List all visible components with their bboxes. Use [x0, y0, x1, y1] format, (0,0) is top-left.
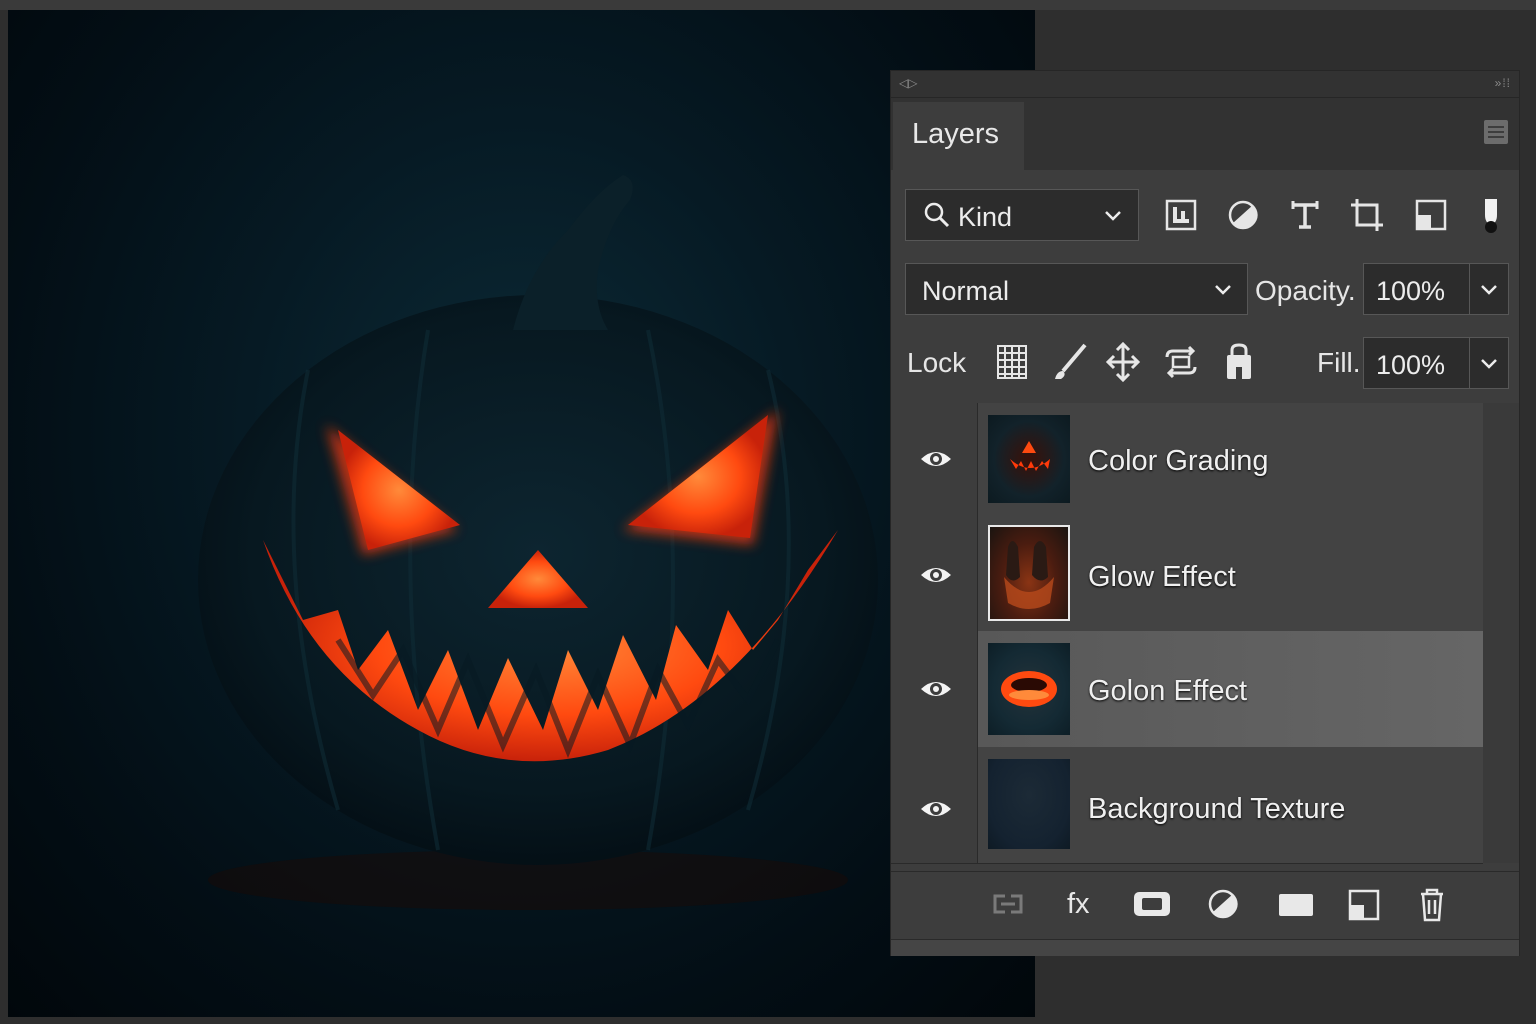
smart-object-filter-icon[interactable] [1411, 193, 1451, 237]
layer-kind-filter[interactable]: Kind [905, 189, 1139, 241]
delete-layer-icon[interactable] [1415, 886, 1449, 922]
eye-icon [921, 452, 951, 466]
lock-position-icon[interactable] [1105, 341, 1141, 383]
layer-thumbnail [988, 525, 1070, 621]
eye-icon [921, 802, 951, 816]
opacity-value: 100% [1376, 276, 1446, 306]
blend-mode-value: Normal [922, 276, 1010, 306]
layer-row-selected[interactable]: Golon Effect [891, 631, 1483, 748]
layer-thumbnail [988, 759, 1070, 849]
expand-arrows-icon[interactable]: »⁞⁞ [1495, 76, 1511, 90]
chevron-down-icon [1481, 285, 1497, 295]
lock-transparent-pixels-icon[interactable] [995, 343, 1029, 381]
chevron-down-icon [1481, 359, 1497, 369]
thumbnail-image [1004, 541, 1054, 609]
panel-tab-row: Layers [891, 98, 1519, 170]
adjustment-layer-icon[interactable] [1205, 886, 1241, 922]
layer-name[interactable]: Background Texture [1088, 793, 1345, 826]
lock-all-icon[interactable] [1223, 341, 1255, 383]
link-layers-icon[interactable] [989, 886, 1027, 922]
document-canvas[interactable] [8, 10, 1035, 1017]
tab-layers[interactable]: Layers [893, 102, 1024, 170]
fill-label: Fill. [1317, 347, 1361, 378]
fill-value: 100% [1376, 350, 1446, 380]
group-icon[interactable] [1277, 886, 1315, 922]
layer-name[interactable]: Color Grading [1088, 445, 1269, 478]
workspace-top-bar [0, 0, 1536, 10]
layer-row[interactable]: Background Texture [891, 747, 1483, 864]
kind-label: Kind [958, 202, 1013, 232]
visibility-toggle[interactable] [891, 403, 978, 517]
eye-icon [921, 682, 951, 696]
layer-thumbnail [988, 643, 1070, 735]
layer-mask-icon[interactable] [1131, 886, 1173, 922]
layer-thumbnail [988, 415, 1070, 503]
layer-name[interactable]: Golon Effect [1088, 675, 1247, 708]
visibility-toggle[interactable] [891, 631, 978, 747]
pumpkin-artwork [198, 175, 878, 910]
opacity-field[interactable]: 100% [1363, 263, 1509, 315]
layers-panel: ◁▷ »⁞⁞ Layers Kind Normal Opacity. 100% … [890, 70, 1520, 956]
lock-image-pixels-icon[interactable] [1051, 341, 1089, 383]
opacity-dropdown-button[interactable] [1469, 264, 1508, 314]
blend-mode-select[interactable]: Normal [905, 263, 1248, 315]
layer-row[interactable]: Glow Effect [891, 517, 1483, 632]
lock-label: Lock [907, 347, 967, 378]
lock-artboard-icon[interactable] [1161, 343, 1201, 381]
layer-row[interactable]: Color Grading [891, 403, 1483, 518]
layer-name[interactable]: Glow Effect [1088, 561, 1236, 594]
visibility-toggle[interactable] [891, 747, 978, 863]
panel-bottom-edge [891, 939, 1519, 956]
visibility-toggle[interactable] [891, 517, 978, 631]
pixel-layer-filter-icon[interactable] [1161, 193, 1201, 237]
thumbnail-image [1010, 441, 1050, 471]
collapse-arrows-icon[interactable]: ◁▷ [899, 76, 917, 90]
fill-field[interactable]: 100% [1363, 337, 1509, 389]
shape-layer-filter-icon[interactable] [1347, 193, 1387, 237]
filter-icons [1153, 193, 1513, 239]
search-icon [924, 202, 950, 228]
fill-dropdown-button[interactable] [1469, 338, 1508, 388]
chevron-down-icon [1215, 285, 1231, 295]
adjustment-layer-filter-icon[interactable] [1223, 193, 1263, 237]
panel-title: Layers [912, 118, 1000, 150]
thumbnail-image [1001, 671, 1057, 707]
eye-icon [921, 568, 951, 582]
chevron-down-icon [1105, 211, 1121, 221]
filter-toggle-icon[interactable] [1471, 193, 1511, 237]
panel-header-bar: ◁▷ »⁞⁞ [891, 71, 1519, 98]
layers-footer-toolbar: fx [891, 871, 1519, 940]
new-layer-icon[interactable] [1347, 886, 1381, 922]
opacity-label: Opacity. [1255, 275, 1356, 306]
panel-menu-icon[interactable] [1484, 120, 1508, 144]
layer-list-scrollbar[interactable] [1483, 403, 1519, 863]
layer-style-icon[interactable]: fx [1067, 888, 1090, 921]
type-layer-filter-icon[interactable] [1285, 193, 1325, 237]
